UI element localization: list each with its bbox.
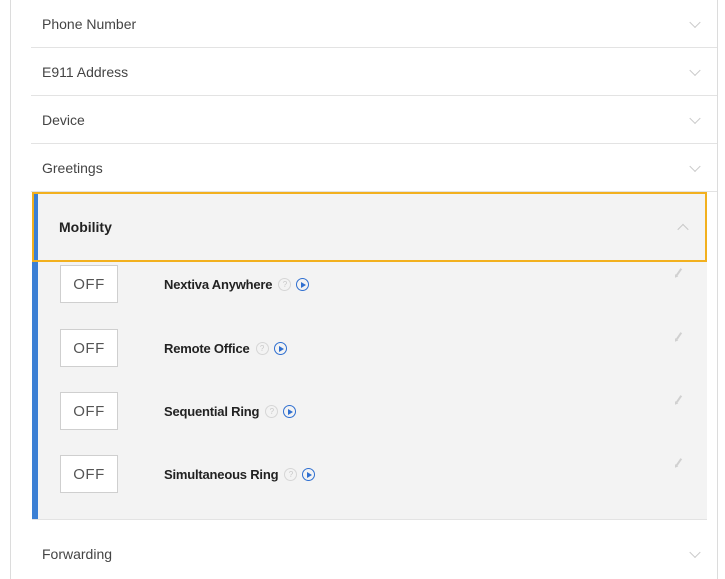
edit-pencil-icon[interactable] — [675, 458, 683, 466]
chevron-up-icon[interactable] — [677, 223, 689, 236]
play-video-icon[interactable] — [302, 468, 316, 481]
help-icon[interactable]: ? — [255, 342, 269, 355]
sequential-ring-toggle[interactable]: OFF — [60, 392, 118, 430]
help-icon[interactable]: ? — [265, 405, 279, 418]
section-label: Greetings — [42, 159, 103, 176]
feature-row-sequential-ring: OFF Sequential Ring ? — [32, 392, 707, 454]
feature-name: Remote Office — [164, 341, 250, 356]
play-video-icon[interactable] — [283, 405, 297, 418]
section-title: Mobility — [59, 219, 112, 235]
chevron-down-icon[interactable] — [689, 112, 701, 124]
feature-name: Nextiva Anywhere — [164, 277, 273, 292]
section-mobility: Mobility OFF Nextiva Anywhere ? OFF Remo… — [32, 192, 707, 520]
chevron-down-icon[interactable] — [689, 546, 701, 559]
help-icon[interactable]: ? — [284, 468, 298, 481]
section-forwarding[interactable]: Forwarding — [31, 529, 717, 579]
feature-row-nextiva-anywhere: OFF Nextiva Anywhere ? — [32, 265, 707, 327]
section-label: E911 Address — [42, 63, 129, 80]
feature-label: Sequential Ring ? — [164, 404, 297, 419]
section-greetings[interactable]: Greetings — [31, 144, 717, 192]
section-label: Forwarding — [42, 546, 113, 562]
settings-panel: Phone Number E911 Address Device Greetin… — [10, 0, 718, 579]
simultaneous-ring-toggle[interactable]: OFF — [60, 455, 118, 493]
feature-label: Simultaneous Ring ? — [164, 467, 316, 482]
edit-pencil-icon[interactable] — [675, 268, 683, 276]
mobility-header[interactable]: Mobility — [32, 192, 707, 262]
section-e911-address[interactable]: E911 Address — [31, 48, 717, 96]
edit-pencil-icon[interactable] — [675, 332, 683, 340]
section-label: Device — [42, 111, 85, 128]
section-label: Phone Number — [42, 15, 137, 32]
section-device[interactable]: Device — [31, 96, 717, 144]
chevron-down-icon[interactable] — [689, 16, 701, 28]
feature-name: Simultaneous Ring — [164, 467, 279, 482]
edit-pencil-icon[interactable] — [675, 395, 683, 403]
feature-label: Remote Office ? — [164, 341, 287, 356]
nextiva-anywhere-toggle[interactable]: OFF — [60, 265, 118, 303]
help-icon[interactable]: ? — [278, 278, 292, 291]
remote-office-toggle[interactable]: OFF — [60, 329, 118, 367]
chevron-down-icon[interactable] — [689, 64, 701, 76]
play-video-icon[interactable] — [273, 342, 287, 355]
feature-row-simultaneous-ring: OFF Simultaneous Ring ? — [32, 455, 707, 517]
feature-row-remote-office: OFF Remote Office ? — [32, 329, 707, 391]
feature-label: Nextiva Anywhere ? — [164, 277, 310, 292]
section-phone-number[interactable]: Phone Number — [31, 0, 717, 48]
chevron-down-icon[interactable] — [689, 160, 701, 172]
play-video-icon[interactable] — [296, 278, 310, 291]
feature-name: Sequential Ring — [164, 404, 260, 419]
